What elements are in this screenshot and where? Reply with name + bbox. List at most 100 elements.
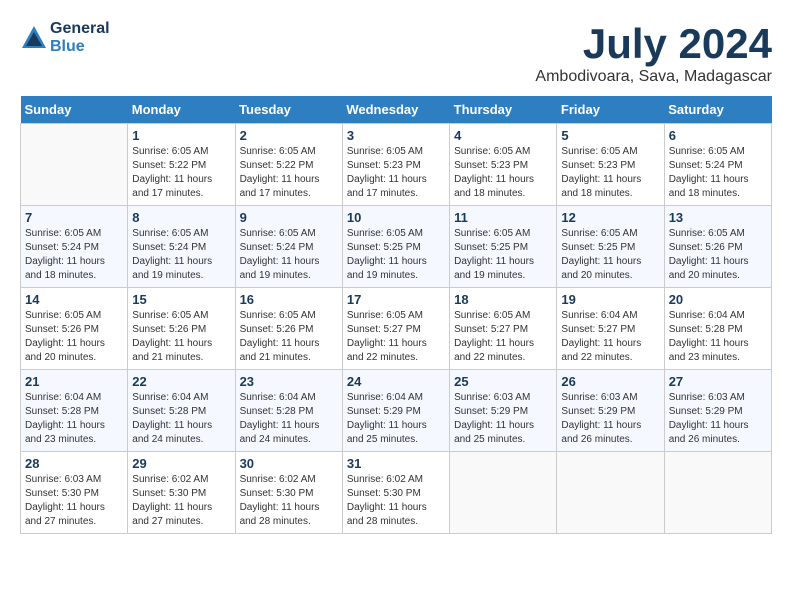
day-info: Sunrise: 6:05 AMSunset: 5:26 PMDaylight:… bbox=[132, 309, 230, 365]
day-number: 17 bbox=[347, 292, 445, 307]
calendar-cell: 7 Sunrise: 6:05 AMSunset: 5:24 PMDayligh… bbox=[21, 206, 128, 288]
calendar-cell: 12 Sunrise: 6:05 AMSunset: 5:25 PMDaylig… bbox=[557, 206, 664, 288]
day-number: 8 bbox=[132, 210, 230, 225]
day-number: 12 bbox=[561, 210, 659, 225]
page-header: General Blue July 2024 Ambodivoara, Sava… bbox=[20, 20, 772, 86]
day-number: 5 bbox=[561, 128, 659, 143]
day-number: 26 bbox=[561, 374, 659, 389]
weekday-header: Monday bbox=[128, 96, 235, 124]
calendar-cell: 18 Sunrise: 6:05 AMSunset: 5:27 PMDaylig… bbox=[450, 288, 557, 370]
calendar-cell bbox=[664, 452, 771, 534]
calendar-week-row: 28 Sunrise: 6:03 AMSunset: 5:30 PMDaylig… bbox=[21, 452, 772, 534]
calendar-cell bbox=[557, 452, 664, 534]
day-info: Sunrise: 6:02 AMSunset: 5:30 PMDaylight:… bbox=[240, 473, 338, 529]
day-number: 4 bbox=[454, 128, 552, 143]
calendar-cell: 25 Sunrise: 6:03 AMSunset: 5:29 PMDaylig… bbox=[450, 370, 557, 452]
day-number: 25 bbox=[454, 374, 552, 389]
calendar-cell: 4 Sunrise: 6:05 AMSunset: 5:23 PMDayligh… bbox=[450, 124, 557, 206]
calendar-cell: 17 Sunrise: 6:05 AMSunset: 5:27 PMDaylig… bbox=[342, 288, 449, 370]
calendar-week-row: 7 Sunrise: 6:05 AMSunset: 5:24 PMDayligh… bbox=[21, 206, 772, 288]
day-info: Sunrise: 6:05 AMSunset: 5:24 PMDaylight:… bbox=[240, 227, 338, 283]
logo-line2: Blue bbox=[50, 38, 110, 56]
day-number: 1 bbox=[132, 128, 230, 143]
day-info: Sunrise: 6:05 AMSunset: 5:25 PMDaylight:… bbox=[561, 227, 659, 283]
day-number: 15 bbox=[132, 292, 230, 307]
day-number: 11 bbox=[454, 210, 552, 225]
day-info: Sunrise: 6:05 AMSunset: 5:24 PMDaylight:… bbox=[132, 227, 230, 283]
day-info: Sunrise: 6:05 AMSunset: 5:23 PMDaylight:… bbox=[347, 145, 445, 201]
day-info: Sunrise: 6:03 AMSunset: 5:29 PMDaylight:… bbox=[454, 391, 552, 447]
calendar-cell: 6 Sunrise: 6:05 AMSunset: 5:24 PMDayligh… bbox=[664, 124, 771, 206]
calendar-week-row: 21 Sunrise: 6:04 AMSunset: 5:28 PMDaylig… bbox=[21, 370, 772, 452]
day-number: 13 bbox=[669, 210, 767, 225]
day-info: Sunrise: 6:05 AMSunset: 5:26 PMDaylight:… bbox=[240, 309, 338, 365]
calendar-cell: 27 Sunrise: 6:03 AMSunset: 5:29 PMDaylig… bbox=[664, 370, 771, 452]
calendar-cell: 1 Sunrise: 6:05 AMSunset: 5:22 PMDayligh… bbox=[128, 124, 235, 206]
day-number: 21 bbox=[25, 374, 123, 389]
calendar-cell: 26 Sunrise: 6:03 AMSunset: 5:29 PMDaylig… bbox=[557, 370, 664, 452]
day-number: 27 bbox=[669, 374, 767, 389]
calendar-week-row: 14 Sunrise: 6:05 AMSunset: 5:26 PMDaylig… bbox=[21, 288, 772, 370]
calendar-cell: 9 Sunrise: 6:05 AMSunset: 5:24 PMDayligh… bbox=[235, 206, 342, 288]
calendar-week-row: 1 Sunrise: 6:05 AMSunset: 5:22 PMDayligh… bbox=[21, 124, 772, 206]
day-info: Sunrise: 6:02 AMSunset: 5:30 PMDaylight:… bbox=[132, 473, 230, 529]
day-number: 24 bbox=[347, 374, 445, 389]
day-info: Sunrise: 6:04 AMSunset: 5:28 PMDaylight:… bbox=[240, 391, 338, 447]
day-number: 20 bbox=[669, 292, 767, 307]
logo: General Blue bbox=[20, 20, 110, 56]
logo-icon bbox=[20, 24, 48, 52]
day-number: 2 bbox=[240, 128, 338, 143]
day-info: Sunrise: 6:04 AMSunset: 5:28 PMDaylight:… bbox=[669, 309, 767, 365]
calendar-cell: 5 Sunrise: 6:05 AMSunset: 5:23 PMDayligh… bbox=[557, 124, 664, 206]
day-number: 9 bbox=[240, 210, 338, 225]
title-section: July 2024 Ambodivoara, Sava, Madagascar bbox=[535, 20, 772, 86]
day-info: Sunrise: 6:05 AMSunset: 5:26 PMDaylight:… bbox=[25, 309, 123, 365]
day-info: Sunrise: 6:05 AMSunset: 5:25 PMDaylight:… bbox=[454, 227, 552, 283]
day-number: 18 bbox=[454, 292, 552, 307]
calendar-cell: 19 Sunrise: 6:04 AMSunset: 5:27 PMDaylig… bbox=[557, 288, 664, 370]
day-info: Sunrise: 6:04 AMSunset: 5:27 PMDaylight:… bbox=[561, 309, 659, 365]
calendar-cell: 29 Sunrise: 6:02 AMSunset: 5:30 PMDaylig… bbox=[128, 452, 235, 534]
day-number: 23 bbox=[240, 374, 338, 389]
calendar-cell: 11 Sunrise: 6:05 AMSunset: 5:25 PMDaylig… bbox=[450, 206, 557, 288]
day-info: Sunrise: 6:05 AMSunset: 5:27 PMDaylight:… bbox=[454, 309, 552, 365]
calendar-cell: 3 Sunrise: 6:05 AMSunset: 5:23 PMDayligh… bbox=[342, 124, 449, 206]
calendar-table: SundayMondayTuesdayWednesdayThursdayFrid… bbox=[20, 96, 772, 534]
day-info: Sunrise: 6:05 AMSunset: 5:27 PMDaylight:… bbox=[347, 309, 445, 365]
day-number: 14 bbox=[25, 292, 123, 307]
day-info: Sunrise: 6:04 AMSunset: 5:28 PMDaylight:… bbox=[25, 391, 123, 447]
weekday-header-row: SundayMondayTuesdayWednesdayThursdayFrid… bbox=[21, 96, 772, 124]
day-number: 31 bbox=[347, 456, 445, 471]
day-number: 3 bbox=[347, 128, 445, 143]
weekday-header: Thursday bbox=[450, 96, 557, 124]
calendar-cell: 30 Sunrise: 6:02 AMSunset: 5:30 PMDaylig… bbox=[235, 452, 342, 534]
day-info: Sunrise: 6:05 AMSunset: 5:25 PMDaylight:… bbox=[347, 227, 445, 283]
day-number: 28 bbox=[25, 456, 123, 471]
calendar-cell: 23 Sunrise: 6:04 AMSunset: 5:28 PMDaylig… bbox=[235, 370, 342, 452]
logo-line1: General bbox=[50, 20, 110, 38]
calendar-cell: 10 Sunrise: 6:05 AMSunset: 5:25 PMDaylig… bbox=[342, 206, 449, 288]
weekday-header: Wednesday bbox=[342, 96, 449, 124]
day-info: Sunrise: 6:05 AMSunset: 5:24 PMDaylight:… bbox=[669, 145, 767, 201]
day-number: 7 bbox=[25, 210, 123, 225]
calendar-cell: 15 Sunrise: 6:05 AMSunset: 5:26 PMDaylig… bbox=[128, 288, 235, 370]
month-title: July 2024 bbox=[535, 20, 772, 68]
day-info: Sunrise: 6:05 AMSunset: 5:23 PMDaylight:… bbox=[561, 145, 659, 201]
day-number: 6 bbox=[669, 128, 767, 143]
calendar-cell: 8 Sunrise: 6:05 AMSunset: 5:24 PMDayligh… bbox=[128, 206, 235, 288]
day-info: Sunrise: 6:05 AMSunset: 5:26 PMDaylight:… bbox=[669, 227, 767, 283]
day-info: Sunrise: 6:03 AMSunset: 5:29 PMDaylight:… bbox=[561, 391, 659, 447]
day-info: Sunrise: 6:04 AMSunset: 5:28 PMDaylight:… bbox=[132, 391, 230, 447]
calendar-cell: 24 Sunrise: 6:04 AMSunset: 5:29 PMDaylig… bbox=[342, 370, 449, 452]
day-number: 30 bbox=[240, 456, 338, 471]
day-number: 16 bbox=[240, 292, 338, 307]
weekday-header: Saturday bbox=[664, 96, 771, 124]
day-info: Sunrise: 6:03 AMSunset: 5:29 PMDaylight:… bbox=[669, 391, 767, 447]
day-number: 10 bbox=[347, 210, 445, 225]
day-info: Sunrise: 6:03 AMSunset: 5:30 PMDaylight:… bbox=[25, 473, 123, 529]
calendar-cell: 13 Sunrise: 6:05 AMSunset: 5:26 PMDaylig… bbox=[664, 206, 771, 288]
weekday-header: Friday bbox=[557, 96, 664, 124]
day-info: Sunrise: 6:05 AMSunset: 5:22 PMDaylight:… bbox=[132, 145, 230, 201]
day-info: Sunrise: 6:05 AMSunset: 5:22 PMDaylight:… bbox=[240, 145, 338, 201]
calendar-cell: 28 Sunrise: 6:03 AMSunset: 5:30 PMDaylig… bbox=[21, 452, 128, 534]
